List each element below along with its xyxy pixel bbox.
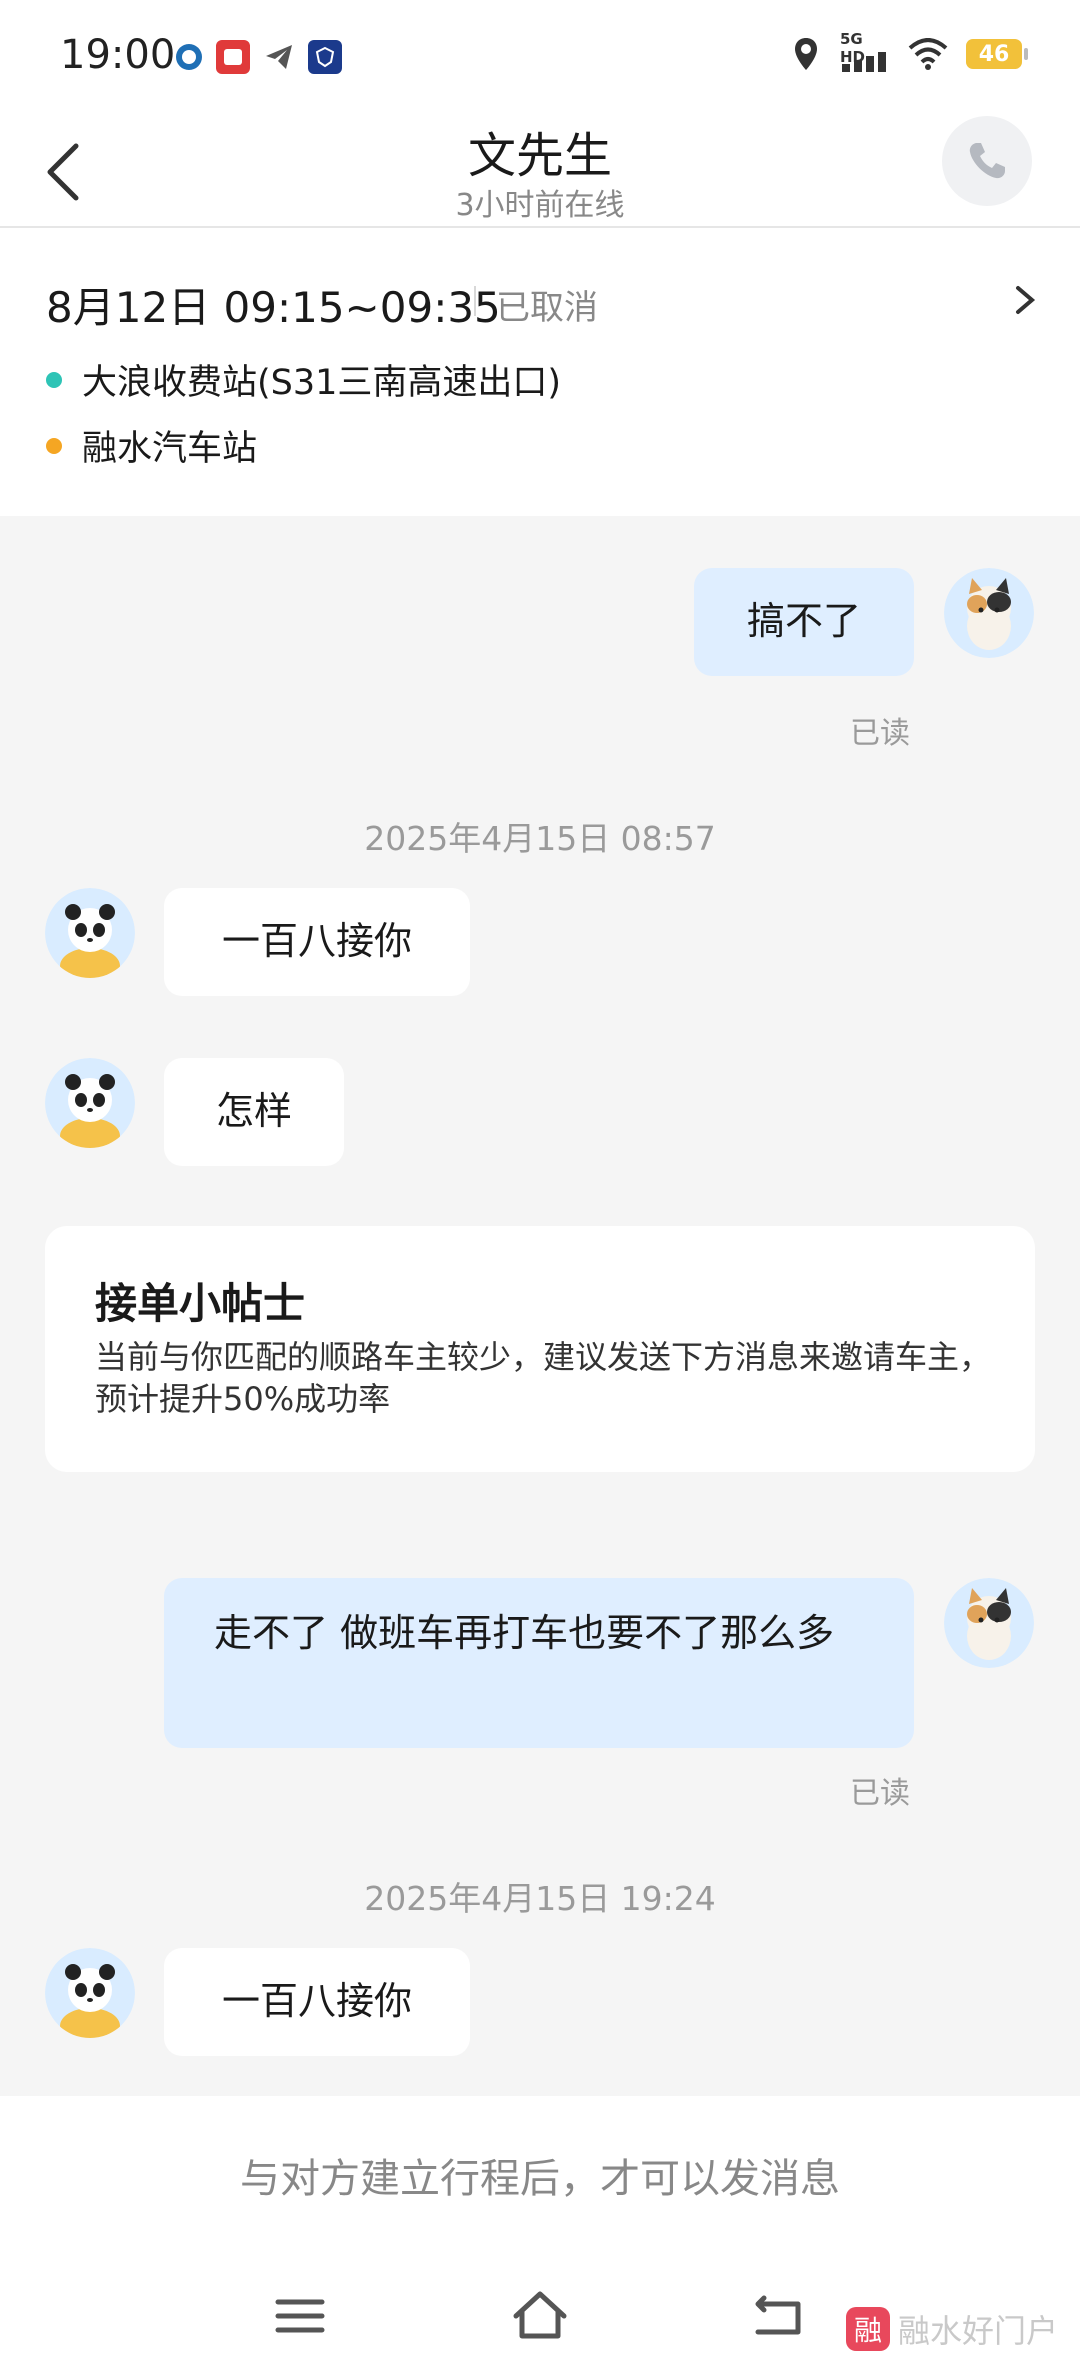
message-bubble-received[interactable]: 怎样 <box>164 1058 344 1166</box>
disabled-input-notice: 与对方建立行程后，才可以发消息 <box>240 2156 840 2202</box>
start-dot <box>46 371 62 388</box>
message-bubble-received[interactable]: 一百八接你 <box>164 888 470 996</box>
end-location: 融水汽车站 <box>82 429 258 469</box>
menu-icon <box>275 2299 325 2333</box>
contact-avatar[interactable] <box>45 1058 135 1148</box>
trip-card[interactable]: 8月12日 09:15~09:35 已取消 大浪收费站(S31三南高速出口) 融… <box>0 228 1080 516</box>
read-receipt: 已读 <box>850 1776 910 1811</box>
watermark-logo: 融 <box>845 2307 890 2351</box>
end-dot <box>46 437 62 454</box>
tips-body: 当前与你匹配的顺路车主较少，建议发送下方消息来邀请车主，预计提升50%成功率 <box>95 1338 992 1418</box>
contact-avatar[interactable] <box>45 1948 135 2038</box>
my-avatar[interactable] <box>944 1578 1034 1668</box>
my-avatar[interactable] <box>944 568 1034 658</box>
contact-name: 文先生 <box>467 128 612 184</box>
status-bar: 19:00 5G HD 46 <box>0 0 1080 110</box>
menu-nav-button[interactable] <box>270 2286 330 2346</box>
read-receipt: 已读 <box>850 716 910 751</box>
phone-icon <box>969 143 1005 179</box>
start-location: 大浪收费站(S31三南高速出口) <box>82 363 562 403</box>
telegram-icon <box>262 40 296 74</box>
return-icon <box>755 2295 801 2335</box>
location-pin-icon <box>795 38 817 70</box>
home-icon <box>513 2291 567 2339</box>
watermark-text: 融水好门户 <box>897 2312 1058 2350</box>
shield-app-icon <box>172 40 206 74</box>
trip-start: 大浪收费站(S31三南高速出口) <box>46 354 561 405</box>
tips-card: 接单小帖士 当前与你匹配的顺路车主较少，建议发送下方消息来邀请车主，预计提升50… <box>45 1226 1035 1472</box>
status-time: 19:00 <box>60 32 176 78</box>
divider <box>474 286 476 316</box>
trip-time-range: 8月12日 09:15~09:35 <box>46 283 501 332</box>
watermark: 融 融水好门户 <box>845 2306 1058 2352</box>
wifi-icon <box>908 38 948 70</box>
online-status: 3小时前在线 <box>455 188 625 223</box>
message-bubble-received[interactable]: 一百八接你 <box>164 1948 470 2056</box>
vpn-app-icon <box>308 40 342 74</box>
message-timestamp: 2025年4月15日 08:57 <box>364 819 716 858</box>
message-timestamp: 2025年4月15日 19:24 <box>364 1879 716 1918</box>
trip-status: 已取消 <box>496 288 598 328</box>
back-nav-button[interactable] <box>750 2286 810 2346</box>
chevron-right-icon[interactable] <box>1010 280 1040 320</box>
contact-avatar[interactable] <box>45 888 135 978</box>
chat-header: 文先生 3小时前在线 <box>0 110 1080 228</box>
message-bubble-sent[interactable]: 搞不了 <box>694 568 914 676</box>
battery-icon: 46 <box>966 39 1028 69</box>
news-app-icon <box>216 40 250 74</box>
chat-footer: 与对方建立行程后，才可以发消息 融 融水好门户 <box>0 2096 1080 2376</box>
home-nav-button[interactable] <box>510 2286 570 2346</box>
call-button[interactable] <box>942 116 1032 206</box>
trip-end: 融水汽车站 <box>46 420 257 471</box>
tips-title: 接单小帖士 <box>95 1279 306 1328</box>
message-bubble-sent[interactable]: 走不了 做班车再打车也要不了那么多 <box>164 1578 914 1748</box>
signal-icon: 5G HD <box>838 30 890 74</box>
